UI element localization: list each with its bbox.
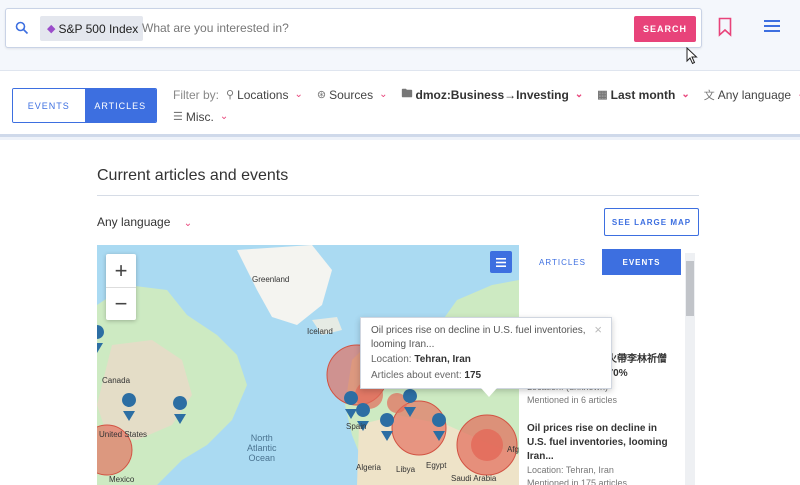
zoom-in-button[interactable]: + [106,254,136,287]
see-large-map-button[interactable]: SEE LARGE MAP [604,208,699,236]
popup-articles: Articles about event: 175 [371,368,601,384]
filter-locations-label: Locations [237,87,289,102]
event-bubble [471,429,503,461]
chevron-down-icon: ⌄ [294,89,303,100]
calendar-icon: ▦ [597,89,608,101]
top-bar: ◆ S&P 500 Index What are you interested … [0,0,800,70]
filter-language[interactable]: 文 Any language ⌄ [704,87,800,103]
search-tag-label: S&P 500 Index [58,21,139,36]
chevron-down-icon: ⌄ [681,89,690,100]
search-button[interactable]: SEARCH [634,16,696,42]
events-articles-toggle: EVENTS ARTICLES [12,88,157,123]
language-select-label: Any language [97,215,171,229]
map-label-ocean: North Atlantic Ocean [247,433,277,463]
event-item[interactable]: Oil prices rise on decline in U.S. fuel … [527,422,677,485]
world-map[interactable]: Greenland Iceland Canada United States M… [97,245,699,485]
filter-category-label: dmoz:Business→Investing [415,87,569,102]
hamburger-menu-icon[interactable] [764,19,780,33]
popup-articles-label: Articles about event: [371,370,462,381]
toggle-events[interactable]: EVENTS [13,89,85,122]
side-scrollbar[interactable] [685,253,695,485]
search-tag[interactable]: ◆ S&P 500 Index [40,16,144,41]
mouse-cursor-icon [686,47,698,65]
popup-location-value: Tehran, Iran [414,354,471,365]
map-label-libya: Libya [396,465,416,474]
map-label-united-states: United States [99,430,148,439]
list-icon [496,257,506,267]
divider [97,195,699,196]
filter-bar: EVENTS ARTICLES Filter by: ⚲ Locations ⌄… [0,70,800,137]
page-title: Current articles and events [97,167,289,184]
filter-date-label: Last month [610,87,676,102]
main-content: Current articles and events Any language… [0,140,800,485]
filter-category[interactable]: 🖿 dmoz:Business→Investing ⌄ [401,85,583,104]
chevron-down-icon: ⌄ [219,111,229,122]
event-popup: × Oil prices rise on decline in U.S. fue… [360,317,612,397]
folder-icon: 🖿 [401,88,413,100]
side-tabs: ARTICLES EVENTS [523,249,681,275]
chevron-down-icon: ⌄ [183,218,193,229]
ocean-label-line3: Ocean [248,453,276,463]
search-icon [15,21,29,35]
event-mentions: Mentioned in 6 articles [527,395,618,405]
chevron-down-icon: ⌄ [574,89,584,100]
filter-misc[interactable]: ☰ Misc. ⌄ [173,110,228,124]
popup-location-label: Location: [371,354,412,365]
tag-icon: ◆ [47,23,56,35]
map-label-canada: Canada [102,376,131,385]
filter-date[interactable]: ▦ Last month ⌄ [597,88,689,102]
popup-articles-value: 175 [464,370,482,381]
ocean-label-line2: Atlantic [247,443,277,453]
map-label-egypt: Egypt [426,461,447,470]
side-tab-events[interactable]: EVENTS [602,249,681,275]
language-select[interactable]: Any language ⌄ [97,215,192,229]
ocean-label-line1: North [250,433,273,443]
popup-location: Location: Tehran, Iran [371,352,601,368]
close-icon[interactable]: × [594,322,602,337]
zoom-out-button[interactable]: − [106,287,136,320]
bookmark-icon[interactable] [718,17,732,37]
event-mentions: Mentioned in 175 articles [527,478,628,485]
event-location: Location: Tehran, Iran [527,465,614,475]
filter-sources-label: Sources [329,87,374,102]
filter-locations[interactable]: ⚲ Locations ⌄ [226,88,303,102]
side-tab-articles[interactable]: ARTICLES [523,249,602,275]
filter-misc-label: Misc. [185,109,214,124]
zoom-controls: + − [106,254,136,320]
location-pin-icon: ⚲ [226,89,235,101]
search-box[interactable]: ◆ S&P 500 Index What are you interested … [5,8,702,48]
filter-sources[interactable]: ⊛ Sources ⌄ [317,88,388,102]
map-label-spain: Spain [346,422,367,431]
map-label-iceland: Iceland [307,327,333,336]
map-label-saudi-arabia: Saudi Arabia [451,474,497,483]
map-label-mexico: Mexico [109,475,135,484]
event-title[interactable]: Oil prices rise on decline in U.S. fuel … [527,422,677,464]
filter-language-label: Any language [717,87,792,102]
filters: Filter by: ⚲ Locations ⌄ ⊛ Sources ⌄ 🖿 d… [173,85,800,130]
search-input[interactable]: What are you interested in? [142,21,289,35]
popup-tail [481,388,497,397]
filter-by-label: Filter by: [173,87,220,102]
chevron-down-icon: ⌄ [379,89,388,100]
scrollbar-thumb[interactable] [686,261,694,316]
popup-title[interactable]: Oil prices rise on decline in U.S. fuel … [371,324,586,352]
sliders-icon: ☰ [173,111,183,123]
toggle-articles[interactable]: ARTICLES [84,89,156,122]
map-menu-button[interactable] [490,251,512,273]
translate-icon: 文 [703,89,715,102]
map-label-greenland: Greenland [252,275,290,284]
rss-icon: ⊛ [316,89,327,101]
map-label-algeria: Algeria [356,463,381,472]
